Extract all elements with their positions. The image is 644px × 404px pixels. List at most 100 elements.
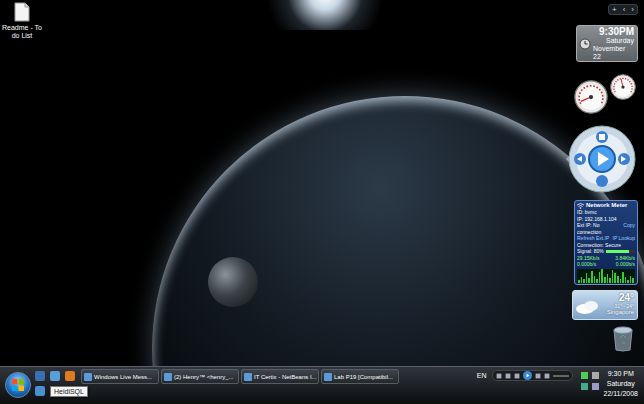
rate-total-in: 0.000b/s: [577, 261, 596, 268]
graph-bar: [581, 277, 583, 283]
power-tray-icon[interactable]: [592, 383, 599, 390]
wallpaper-sun: [250, 0, 400, 30]
wallpaper-planet: [152, 96, 644, 404]
task-app-icon: [324, 373, 332, 381]
mini-player-control-icon[interactable]: [514, 373, 520, 379]
rate-total-out: 0.000b/s: [616, 261, 635, 268]
sidebar-control[interactable]: ›: [631, 5, 634, 14]
taskbar-time: 9:30 PM: [608, 369, 634, 379]
clock-gadget: 9:30PMSaturdayNovember 22: [576, 25, 638, 62]
wifi-icon: [577, 203, 584, 209]
sidebar: + ‹ › 9:30PMSaturdayNovember 22 Network Mete…: [558, 4, 638, 352]
refresh-link[interactable]: Refresh Ext.IP: [577, 235, 609, 242]
weather-city: Singapore: [607, 309, 634, 316]
task-button[interactable]: Lab P19 [Compatibil...: [321, 369, 399, 384]
mini-player-control-icon[interactable]: [523, 371, 532, 380]
task-button[interactable]: Windows Live Mess...: [81, 369, 159, 384]
weather-range: 31° - 24°: [614, 303, 634, 309]
desktop-icon[interactable]: Readme - To do List: [2, 2, 42, 40]
task-app-icon: [84, 373, 92, 381]
graph-bar: [607, 274, 609, 282]
network-connection: Connection: Secure: [577, 242, 635, 249]
quick-launch-icon[interactable]: [35, 386, 45, 396]
cpu-dial-icon: [574, 80, 608, 114]
quick-launch-icon[interactable]: [50, 371, 60, 381]
quick-launch-icon[interactable]: [35, 371, 45, 381]
media-player-gadget[interactable]: [564, 124, 636, 194]
sidebar-control[interactable]: ‹: [623, 5, 626, 14]
task-app-icon: [164, 373, 172, 381]
media-player-icon: [564, 124, 636, 194]
network-meter-title: Network Meter: [586, 202, 627, 209]
tooltip-text: HeidiSQL: [54, 387, 84, 396]
task-label: Windows Live Mess...: [94, 373, 152, 381]
memory-dial-icon: [610, 74, 636, 100]
windows-logo-icon: [12, 379, 24, 391]
document-icon: [14, 2, 30, 22]
graph-bar: [583, 279, 585, 283]
task-list: Windows Live Mess... (2) Henry™ <henry_..…: [81, 369, 399, 384]
network-signal: Signal: 80%: [577, 248, 604, 255]
graph-bar: [625, 277, 627, 283]
copy-link[interactable]: Copy: [623, 222, 635, 235]
quick-launch-icon[interactable]: [65, 371, 75, 381]
clock-time: 9:30PM: [599, 26, 634, 37]
weather-gadget: 24°31° - 24°Singapore: [572, 290, 638, 320]
mini-player-control-icon[interactable]: [544, 373, 550, 379]
cpu-meter-gadget: [574, 74, 638, 114]
graph-bar: [601, 269, 603, 283]
mini-player-control-icon[interactable]: [505, 373, 511, 379]
task-button[interactable]: IT Certix - NetBeans I...: [241, 369, 319, 384]
start-button[interactable]: [5, 372, 31, 398]
lookup-link[interactable]: IP Lookup: [613, 235, 635, 242]
rate-current-in: 29.15Kb/s: [577, 255, 600, 262]
task-button[interactable]: (2) Henry™ <henry_...: [161, 369, 239, 384]
mini-player-control-icon[interactable]: [535, 373, 541, 379]
desktop-icon-label: Readme - To do List: [2, 24, 42, 40]
graph-bar: [622, 272, 624, 283]
recycle-bin-icon: [612, 326, 634, 352]
graph-bar: [578, 280, 580, 282]
network-tray-icon[interactable]: [581, 372, 588, 379]
sidebar-controls: + ‹ ›: [608, 4, 638, 15]
weather-temperature: 24°: [619, 292, 634, 303]
graph-bar: [594, 276, 596, 283]
task-app-icon: [244, 373, 252, 381]
sidebar-control[interactable]: +: [612, 5, 617, 14]
graph-bar: [627, 280, 629, 282]
taskbar-date: 22/11/2008: [603, 389, 638, 399]
graph-bar: [596, 279, 598, 283]
graph-bar: [632, 278, 634, 283]
graph-bar: [609, 278, 611, 283]
graph-bar: [599, 272, 601, 283]
taskbar-clock[interactable]: 9:30 PMSaturday22/11/2008: [603, 369, 638, 399]
graph-bar: [612, 270, 614, 283]
network-ext-ip: Ext IP: No connection: [577, 222, 621, 235]
signal-bar: [606, 250, 635, 253]
taskbar: Windows Live Mess... (2) Henry™ <henry_..…: [0, 366, 644, 404]
volume-tray-icon[interactable]: [592, 372, 599, 379]
messenger-tray-icon[interactable]: [581, 383, 588, 390]
wallpaper-moon: [208, 257, 258, 307]
network-meter-gadget: Network MeterID: bvmcIP: 192.168.1.104Ex…: [574, 200, 638, 285]
recycle-bin[interactable]: [612, 326, 634, 352]
graph-bar: [620, 279, 622, 283]
clock-icon: [579, 38, 591, 50]
graph-bar: [630, 276, 632, 283]
graph-bar: [617, 276, 619, 283]
task-label: Lab P19 [Compatibil...: [334, 373, 393, 381]
graph-bar: [586, 273, 588, 282]
task-label: (2) Henry™ <henry_...: [174, 373, 234, 381]
mini-player: [492, 370, 573, 381]
network-ip: IP: 192.168.1.104: [577, 216, 635, 223]
traffic-graph: [577, 269, 635, 283]
clock-day: Saturday: [606, 37, 634, 45]
graph-bar: [614, 273, 616, 282]
rate-current-out: 3.84Kb/s: [615, 255, 635, 262]
network-id: ID: bvmc: [577, 209, 635, 216]
desktop: Readme - To do List + ‹ › 9:30PMSaturdayNove…: [0, 0, 644, 366]
language-indicator[interactable]: EN: [477, 371, 487, 380]
system-tray: [581, 372, 599, 390]
graph-bar: [588, 278, 590, 283]
mini-player-control-icon[interactable]: [496, 373, 502, 379]
